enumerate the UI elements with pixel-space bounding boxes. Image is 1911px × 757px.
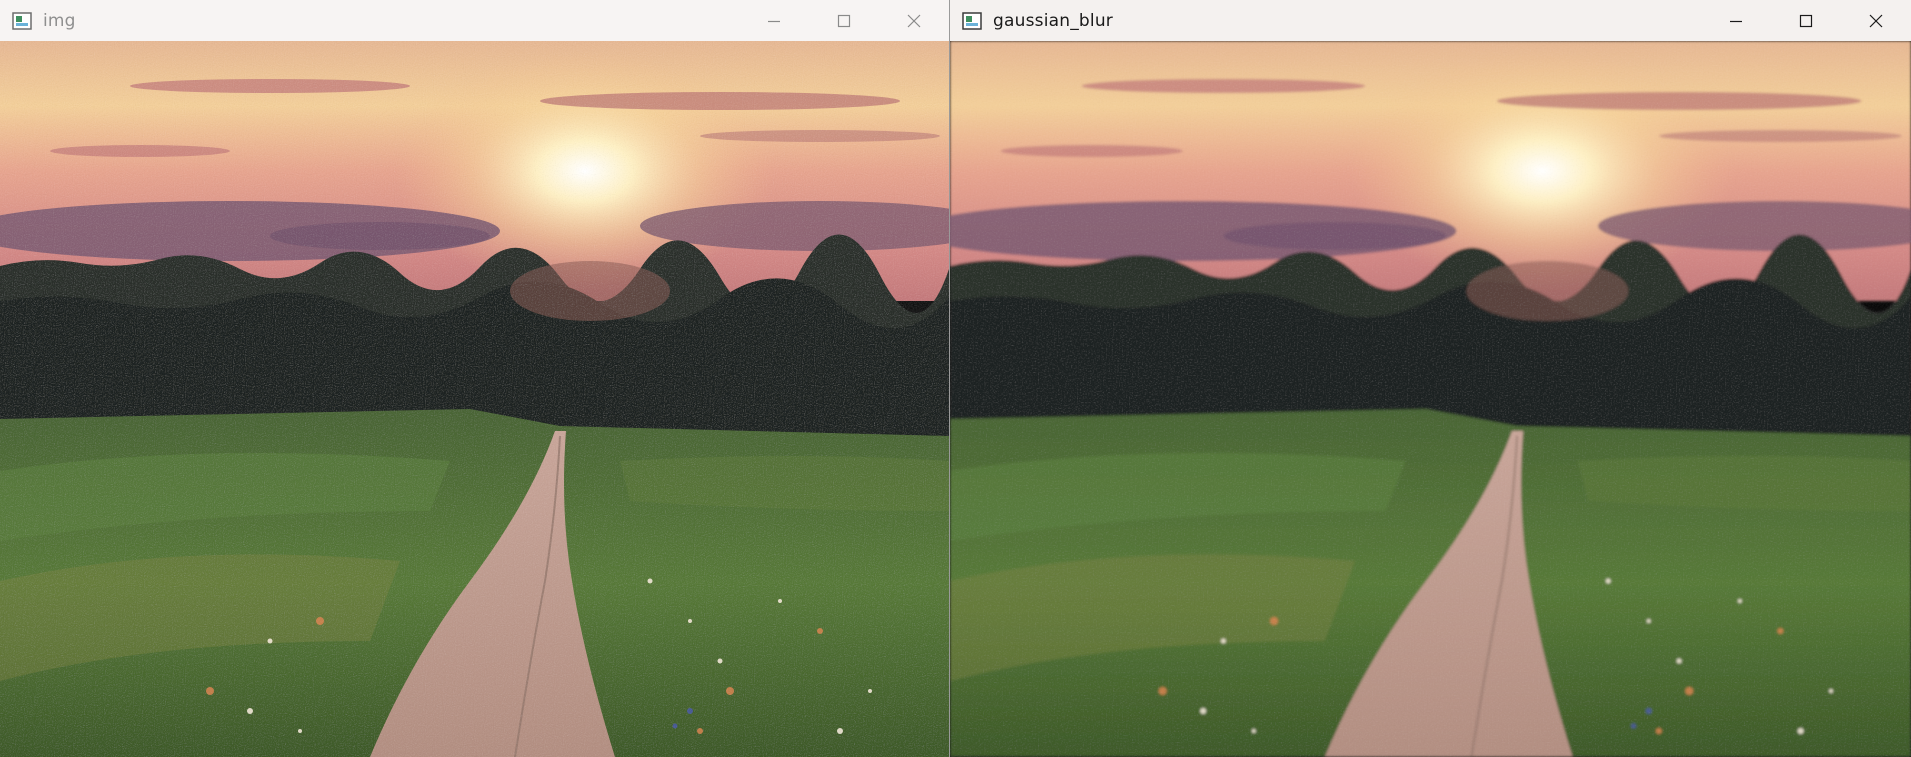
maximize-button[interactable] (809, 0, 879, 41)
desktop: img gaussian_blur (0, 0, 1911, 757)
close-button[interactable] (1841, 0, 1911, 41)
close-icon (1869, 14, 1883, 27)
maximize-button[interactable] (1771, 0, 1841, 41)
minimize-button[interactable] (1701, 0, 1771, 41)
minimize-button[interactable] (739, 0, 809, 41)
maximize-icon (1799, 14, 1813, 27)
titlebar[interactable]: gaussian_blur (950, 0, 1911, 41)
window-controls (1701, 0, 1911, 41)
blurred-landscape-image (950, 41, 1911, 757)
window-img[interactable]: img (0, 0, 950, 757)
close-button[interactable] (879, 0, 949, 41)
minimize-icon (768, 20, 780, 22)
maximize-icon (837, 14, 851, 27)
minimize-icon (1730, 20, 1742, 22)
landscape-image (0, 41, 949, 757)
window-title: gaussian_blur (993, 10, 1113, 31)
window-title: img (43, 10, 76, 31)
opencv-window-icon (11, 11, 33, 31)
close-icon (907, 14, 921, 27)
image-canvas[interactable] (950, 41, 1911, 757)
image-canvas[interactable] (0, 41, 949, 757)
titlebar[interactable]: img (0, 0, 949, 41)
opencv-window-icon (961, 11, 983, 31)
window-controls (739, 0, 949, 41)
window-gaussian-blur[interactable]: gaussian_blur (950, 0, 1911, 757)
